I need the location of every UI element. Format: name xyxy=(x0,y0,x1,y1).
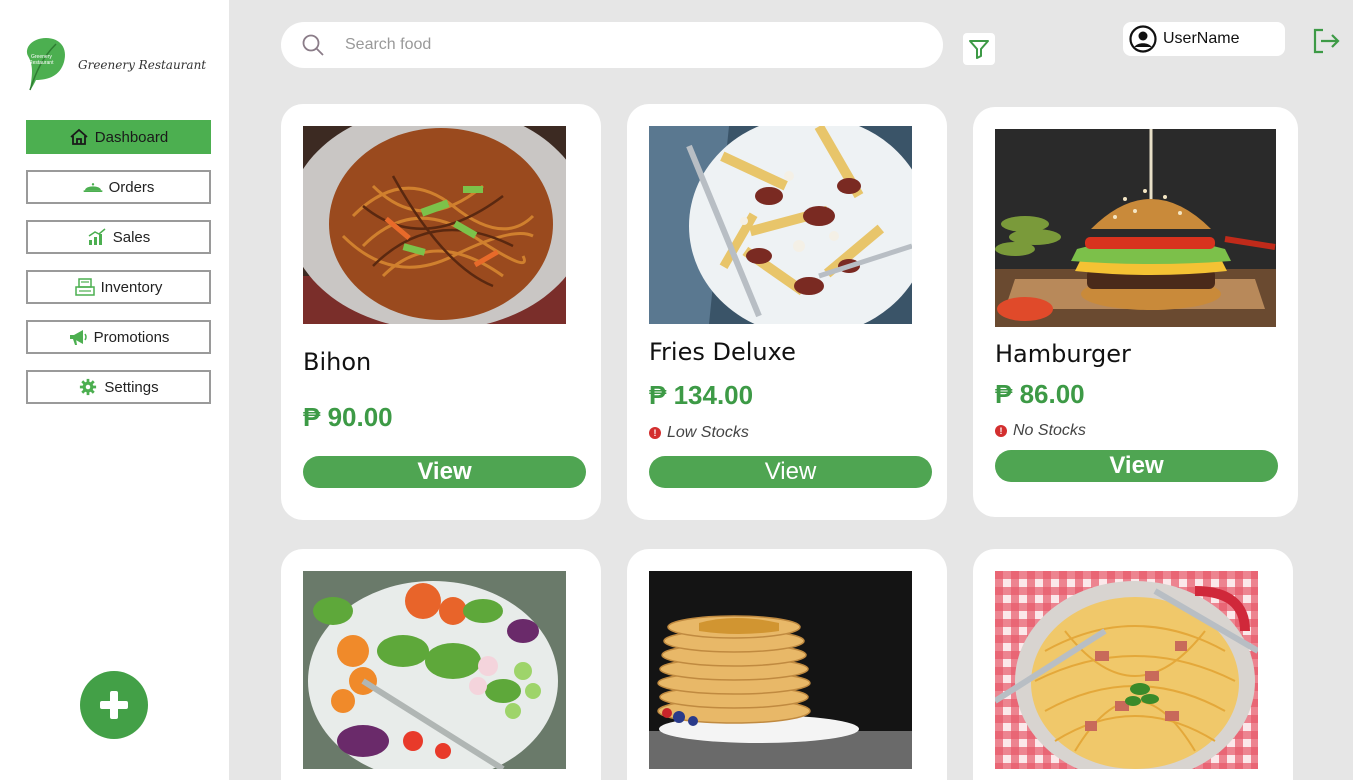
sidebar-item-label: Dashboard xyxy=(94,128,169,146)
megaphone-icon xyxy=(69,330,87,345)
food-name: Hamburger xyxy=(995,340,1131,368)
food-card: Hamburger ₱ 86.00 ! No Stocks View xyxy=(973,107,1298,517)
stock-status: ! Low Stocks xyxy=(649,424,749,442)
sidebar-item-label: Settings xyxy=(104,378,159,396)
filter-icon xyxy=(969,40,989,59)
sidebar-item-label: Promotions xyxy=(93,328,170,346)
inventory-icon xyxy=(74,278,95,296)
food-price: ₱ 90.00 xyxy=(303,402,393,432)
alert-icon: ! xyxy=(995,425,1007,437)
food-card xyxy=(973,549,1293,780)
view-button[interactable]: View xyxy=(649,456,932,488)
food-image xyxy=(303,126,566,324)
food-price: ₱ 86.00 xyxy=(995,379,1085,409)
user-profile-button[interactable]: UserName xyxy=(1123,22,1285,56)
leaf-logo-icon: Greenery Restaurant xyxy=(26,38,66,91)
home-icon xyxy=(70,128,88,145)
svg-text:Restaurant: Restaurant xyxy=(29,60,54,66)
sidebar-item-label: Orders xyxy=(108,178,155,196)
view-button[interactable]: View xyxy=(303,456,586,488)
sales-chart-icon xyxy=(88,228,106,245)
cloche-icon xyxy=(83,183,102,192)
brand-logo[interactable]: Greenery Restaurant Greenery Restaurant xyxy=(22,36,222,96)
sidebar-item-label: Inventory xyxy=(100,278,163,296)
sidebar-item-label: Sales xyxy=(112,228,151,246)
user-avatar-icon xyxy=(1129,25,1157,53)
food-name: Bihon xyxy=(303,348,372,376)
search-bar xyxy=(281,22,943,68)
food-card: Bihon ₱ 90.00 View xyxy=(281,104,601,520)
food-image xyxy=(649,571,912,769)
food-card xyxy=(281,549,601,780)
food-image xyxy=(303,571,566,769)
filter-button[interactable] xyxy=(963,33,995,65)
stock-label: No Stocks xyxy=(1013,422,1086,439)
sidebar-item-promotions[interactable]: Promotions xyxy=(26,320,211,354)
sidebar: Greenery Restaurant Greenery Restaurant … xyxy=(0,0,229,780)
sidebar-item-sales[interactable]: Sales xyxy=(26,220,211,254)
sidebar-item-orders[interactable]: Orders xyxy=(26,170,211,204)
food-card xyxy=(627,549,947,780)
stock-status: ! No Stocks xyxy=(995,422,1086,440)
logout-icon[interactable] xyxy=(1311,26,1341,56)
food-image xyxy=(995,129,1276,327)
gear-icon xyxy=(80,378,97,396)
add-item-button[interactable] xyxy=(80,671,148,739)
username-label: UserName xyxy=(1163,30,1240,47)
search-icon xyxy=(302,34,324,56)
brand-name: Greenery Restaurant xyxy=(78,58,207,72)
sidebar-item-dashboard[interactable]: Dashboard xyxy=(26,120,211,154)
plus-icon xyxy=(100,691,128,719)
food-price: ₱ 134.00 xyxy=(649,380,754,410)
food-image xyxy=(995,571,1258,769)
search-input[interactable] xyxy=(345,36,905,54)
food-name: Fries Deluxe xyxy=(649,338,796,366)
food-image xyxy=(649,126,912,324)
stock-label: Low Stocks xyxy=(667,424,749,441)
food-card: Fries Deluxe ₱ 134.00 ! Low Stocks View xyxy=(627,104,947,520)
alert-icon: ! xyxy=(649,427,661,439)
sidebar-item-settings[interactable]: Settings xyxy=(26,370,211,404)
sidebar-item-inventory[interactable]: Inventory xyxy=(26,270,211,304)
sidebar-nav: Dashboard Orders Sales Inventory Promoti… xyxy=(26,120,211,420)
view-button[interactable]: View xyxy=(995,450,1278,482)
